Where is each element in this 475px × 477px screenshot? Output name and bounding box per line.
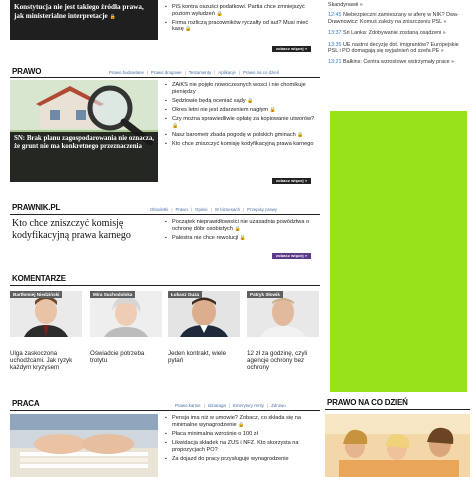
subnav-link[interactable]: Zdrowo [271,403,286,408]
news-item[interactable]: 12:45 Niebezpieczni zamieszany w aferę w… [328,12,470,25]
lock-icon: 🔒 [297,131,304,138]
subnav-link[interactable]: Aplikacje [218,70,236,75]
subnav-link[interactable]: Idziaraga [208,403,226,408]
prawnik-headline[interactable]: Kto chce zniszczyć komisję kodyfikacyjną… [12,218,162,241]
list-item[interactable]: ZAiKS nie pojęło nowoczesnych wosci i ni… [165,82,320,95]
lock-icon: 🔒 [109,14,116,20]
author-comment[interactable]: Ulga zaskoczona uchodźcami. Jak ryzyk ka… [10,350,82,371]
praca-bullets: Pensja ima niż w umowie? Zobacz, co skła… [165,415,320,465]
praca-subnav: Prawo karnie | Idziaraga | Emerytury renty | Z… [175,403,286,408]
list-item[interactable]: Okres letni nie jest zdarzeniem nagłym 🔒 [165,107,320,114]
prawo-bullets: ZAiKS nie pojęło nowoczesnych wosci i ni… [165,82,320,150]
section-title-prawo[interactable]: PRAWO [12,67,41,76]
lock-icon: 🔒 [247,97,254,104]
author-name[interactable]: Łukasz Guza [168,291,203,298]
praca-lead-image[interactable] [10,414,158,477]
section-title-komentarze[interactable]: KOMENTARZE [12,274,66,283]
news-item[interactable]: Skandynawii » [328,2,470,8]
list-item[interactable]: Sędziowie będą oceniać sądy 🔒 [165,98,320,105]
section-title-prawo-na-co-dzien[interactable]: PRAWO NA CO DZIEŃ [327,398,408,407]
section-divider [325,409,470,410]
list-item[interactable]: PiS kontra oszuści podatkowi. Partia chc… [165,4,320,17]
prawnik-bullets: Początek nieprawidłowości nie uzasadnia … [165,219,320,244]
subnav-link[interactable]: Prawo [175,207,187,212]
author-comment[interactable]: Oświadcie potrzeba trotytu [90,350,162,364]
subnav-link[interactable]: Prawo drogowe [151,70,182,75]
author-name[interactable]: Patryk Słowik [247,291,283,298]
lock-icon: 🔒 [238,421,245,428]
prawo-more-button[interactable]: zobacz więcej » [272,178,312,184]
prawo-lead-image[interactable]: SN: Brak planu zagospodarowania nie ozna… [10,80,158,182]
lock-icon: 🔒 [172,122,179,129]
subnav-link[interactable]: Emerytury renty [233,403,264,408]
lock-icon: 🔒 [269,106,276,113]
advertisement-banner[interactable] [330,111,467,392]
section-title-prawnik[interactable]: PRAWNIK.PL [12,203,60,212]
subnav-link[interactable]: Prawo na co dzień [243,70,279,75]
list-item[interactable]: Firma rozliczą pracowników ryczałty od a… [165,20,320,33]
section-divider [10,77,320,78]
news-item[interactable]: 13:21 Bałkins: Centra wzrostowe wstrzyma… [328,59,470,65]
prawo-na-co-dzien-image[interactable] [325,414,470,477]
prawo-subnav: Prawo budowlane | Prawo drogowe | Testamenty… [109,70,280,75]
list-item[interactable]: Płaca minimalna wzrośnie o 100 zł [165,431,320,438]
subnav-link[interactable]: Przepisy prawy [247,207,277,212]
top-bullets: PiS kontra oszuści podatkowi. Partia chc… [165,4,320,36]
list-item[interactable]: Czy można sprawiedliwie opłatę za kopiow… [165,116,320,129]
author-comment[interactable]: Jeden kontrakt, wiele pytań [168,350,240,364]
list-item[interactable]: Kto chce zniszczyć komisję kodyfikacyjną… [165,141,320,148]
list-item[interactable]: Nasz barometr zbada pogodę w polskich gm… [165,132,320,139]
subnav-link[interactable]: Obsoletki [150,207,168,212]
hands-documents-image [10,414,158,477]
right-news-list: Skandynawii » 12:45 Niebezpieczni zamies… [328,0,470,66]
section-title-praca[interactable]: PRACA [12,399,40,408]
top-headline[interactable]: Konstytucja nie jest takiego źródła praw… [14,3,144,20]
lock-icon: 🔒 [234,225,241,232]
author-name[interactable]: Bartłomiej Niedziński [10,291,63,298]
news-item[interactable]: 13:35 UE nastroi decyzję dot. imigrantów… [328,42,470,55]
subnav-link[interactable]: Opinie [195,207,208,212]
subnav-link[interactable]: Prawo budowlane [109,70,144,75]
lock-icon: 🔒 [185,26,192,33]
section-divider [10,214,320,215]
subnav-link[interactable]: Prawo karnie [175,403,201,408]
author-name[interactable]: Mira Suchodolska [90,291,136,298]
list-item[interactable]: Likwidacja składek na ZUS i NFZ. Kto sko… [165,440,320,453]
lock-icon: 🔒 [216,10,223,17]
top-headline-box[interactable]: Konstytucja nie jest takiego źródła praw… [10,0,158,40]
news-item[interactable]: 13:37 Sri Lanka: Zdobywanie zostaną osąd… [328,30,470,36]
subnav-link[interactable]: Testamenty [189,70,211,75]
list-item[interactable]: Palestra nie chce rewolucji 🔒 [165,235,320,242]
list-item[interactable]: Za dojazd do pracy przysługuje wynagrodz… [165,456,320,463]
section-divider [10,410,320,411]
top-more-button[interactable]: zobacz więcej » [272,46,312,52]
prawo-image-caption[interactable]: SN: Brak planu zagospodarowania nie ozna… [10,132,158,182]
subnav-link[interactable]: W biznesach [215,207,240,212]
list-item[interactable]: Początek nieprawidłowości nie uzasadnia … [165,219,320,232]
section-divider [10,285,320,286]
family-photo-image [325,414,470,477]
prawnik-more-button[interactable]: zobacz więcej » [272,253,312,259]
lock-icon: 🔒 [239,234,247,241]
prawnik-subnav: Obsoletki | Prawo | Opinie | W biznesach | Przep… [150,207,277,212]
list-item[interactable]: Pensja ima niż w umowie? Zobacz, co skła… [165,415,320,428]
author-comment[interactable]: 12 zł za godzinę, czyli agencje ochrony … [247,350,319,371]
